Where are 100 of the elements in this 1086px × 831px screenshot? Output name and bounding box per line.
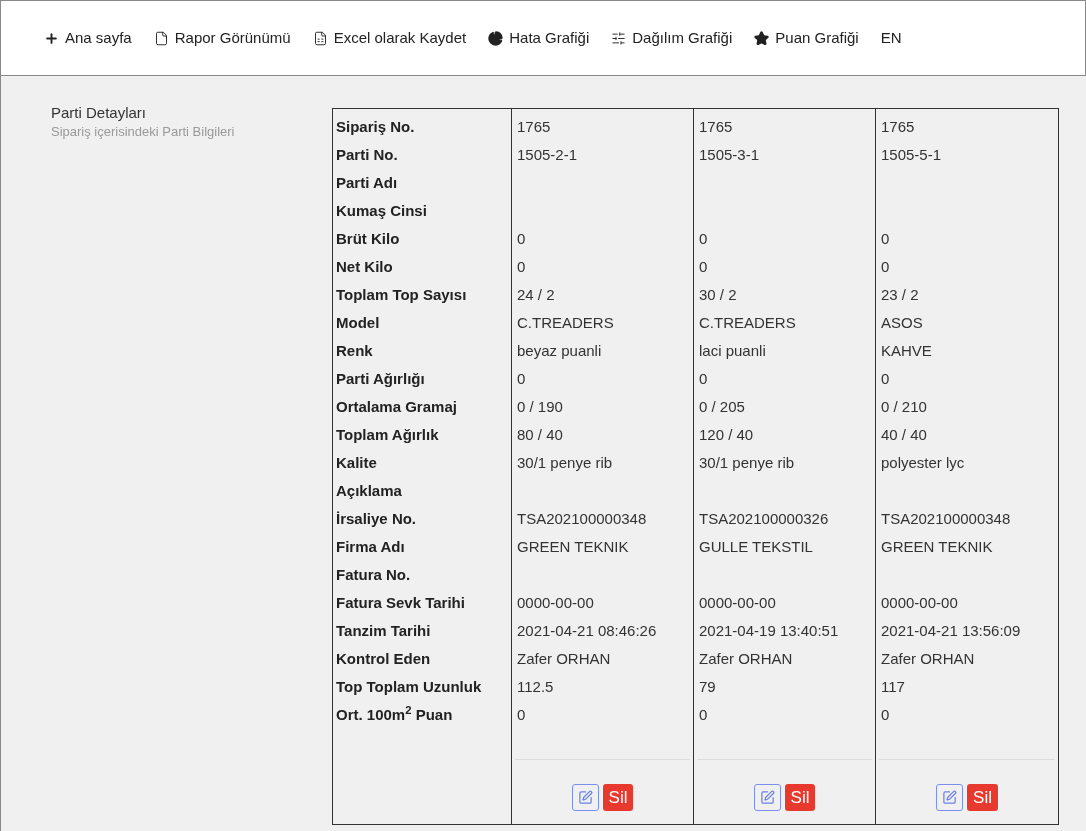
nav-link[interactable]: Ana sayfa <box>44 26 132 50</box>
section-title: Parti Detayları <box>51 103 148 123</box>
nav-link[interactable]: EN <box>880 26 902 50</box>
table-cell-text: 0 <box>699 257 708 277</box>
table-cell-text: GREEN TEKNIK <box>881 537 993 557</box>
delete-button[interactable]: Sil <box>602 784 634 811</box>
table-cell-text: 0 <box>517 257 526 277</box>
table-cell-text: 0 <box>699 229 708 249</box>
row-label: Model <box>336 313 381 333</box>
delete-button[interactable]: Sil <box>784 784 816 811</box>
table-cell-text: 0 <box>517 705 526 725</box>
row-label: Kalite <box>336 453 378 473</box>
table-cell-text: Zafer ORHAN <box>699 649 793 669</box>
table-cell-text: GULLE TEKSTIL <box>699 537 813 557</box>
pie-chart-icon <box>488 30 504 46</box>
row-label: Toplam Top Sayısı <box>336 285 468 305</box>
table-cell-text: ASOS <box>881 313 923 333</box>
row-label: Sipariş No. <box>336 117 416 137</box>
table-cell-text: 0 <box>881 369 890 389</box>
table-cell-text: 1505-5-1 <box>881 145 942 165</box>
edit-button[interactable] <box>571 784 599 811</box>
table-cell-text: 23 / 2 <box>881 285 919 305</box>
edit-icon <box>942 790 958 805</box>
row-label: Parti No. <box>336 145 399 165</box>
row-label: Brüt Kilo <box>336 229 401 249</box>
row-label: Parti Adı <box>336 173 399 193</box>
spreadsheet-file-icon <box>312 30 328 46</box>
table-cell-text: 30/1 penye rib <box>517 453 613 473</box>
table-cell-text: TSA202100000326 <box>699 509 829 529</box>
table-cell-text: 1505-3-1 <box>699 145 760 165</box>
row-label: Ort. 100m$^{2}$ Puan <box>336 703 454 725</box>
table-cell-text: 0 <box>699 369 708 389</box>
star-icon <box>754 30 770 46</box>
table-cell-text: 1765 <box>881 117 915 137</box>
table-cell-text: 0 / 205 <box>699 397 745 417</box>
table-cell-text: 0000-00-00 <box>517 593 594 613</box>
table-cell-text: 80 / 40 <box>517 425 563 445</box>
row-label: Ortalama Gramaj <box>336 397 458 417</box>
row-label: Kumaş Cinsi <box>336 201 428 221</box>
table-cell-text: beyaz puanli <box>517 341 602 361</box>
table-cell-text: 79 <box>699 677 716 697</box>
table-cell-text: KAHVE <box>881 341 932 361</box>
row-label: Fatura No. <box>336 565 412 585</box>
table-cell-text: C.TREADERS <box>699 313 796 333</box>
nav-link[interactable]: Rapor Görünümü <box>153 26 291 50</box>
table-cell-text: Zafer ORHAN <box>881 649 975 669</box>
row-label: Tanzim Tarihi <box>336 621 432 641</box>
table-cell-text: 112.5 <box>517 677 554 697</box>
row-label: Net Kilo <box>336 257 394 277</box>
table-cell-text: 117 <box>881 677 905 697</box>
table-cell-text: 1765 <box>699 117 733 137</box>
nav-link[interactable]: Hata Grafiği <box>488 26 590 50</box>
table-cell-text: 0 / 190 <box>517 397 563 417</box>
section-subtitle: Sipariş içerisindeki Parti Bilgileri <box>51 123 236 141</box>
table-cell-text: 0000-00-00 <box>699 593 776 613</box>
edit-icon <box>577 790 593 805</box>
row-label: Fatura Sevk Tarihi <box>336 593 466 613</box>
table-cell-text: 0 <box>517 369 526 389</box>
table-cell-text: 0 <box>881 229 890 249</box>
table-cell-text: 0 / 210 <box>881 397 927 417</box>
table-cell-text: TSA202100000348 <box>881 509 1011 529</box>
table-cell-text: 1765 <box>517 117 551 137</box>
table-cell-text: 30 / 2 <box>699 285 737 305</box>
row-label: Renk <box>336 341 374 361</box>
table-cell-text: 0 <box>517 229 526 249</box>
table-cell-text: 0 <box>699 705 708 725</box>
file-icon <box>153 30 169 46</box>
table-cell-text: 40 / 40 <box>881 425 927 445</box>
table-cell-text: 1505-2-1 <box>517 145 578 165</box>
plus-icon <box>44 30 59 46</box>
table-cell-text: C.TREADERS <box>517 313 614 333</box>
table-cell-text: 2021-04-21 08:46:26 <box>517 621 657 641</box>
nav-link[interactable]: Puan Grafiği <box>754 26 859 50</box>
table-cell-text: 24 / 2 <box>517 285 555 305</box>
table-cell-text: TSA202100000348 <box>517 509 647 529</box>
edit-button[interactable] <box>936 784 964 811</box>
table-cell-text: Zafer ORHAN <box>517 649 611 669</box>
table-cell-text: 120 / 40 <box>699 425 754 445</box>
row-label: Top Toplam Uzunluk <box>336 677 483 697</box>
row-label: Açıklama <box>336 481 403 501</box>
table-cell-text: 30/1 penye rib <box>699 453 795 473</box>
row-label: Parti Ağırlığı <box>336 369 426 389</box>
row-label: Kontrol Eden <box>336 649 432 669</box>
nav-link[interactable]: Dağılım Grafiği <box>611 26 733 50</box>
table-cell-text: 2021-04-21 13:56:09 <box>881 621 1021 641</box>
row-label: Firma Adı <box>336 537 406 557</box>
table-cell-text: polyester lyc <box>881 453 965 473</box>
table-cell-text: 0 <box>881 257 890 277</box>
edit-button[interactable] <box>753 784 781 811</box>
table-cell-text: GREEN TEKNIK <box>517 537 629 557</box>
row-label: Toplam Ağırlık <box>336 425 440 445</box>
sliders-icon <box>611 30 627 46</box>
row-label: İrsaliye No. <box>336 509 418 529</box>
delete-button[interactable]: Sil <box>967 784 998 811</box>
table-cell-text: 0 <box>881 705 890 725</box>
edit-icon <box>759 790 775 805</box>
table-cell-text: 2021-04-19 13:40:51 <box>699 621 839 641</box>
table-cell-text: 0000-00-00 <box>881 593 958 613</box>
table-cell-text: laci puanli <box>699 341 766 361</box>
nav-link[interactable]: Excel olarak Kaydet <box>312 26 467 50</box>
